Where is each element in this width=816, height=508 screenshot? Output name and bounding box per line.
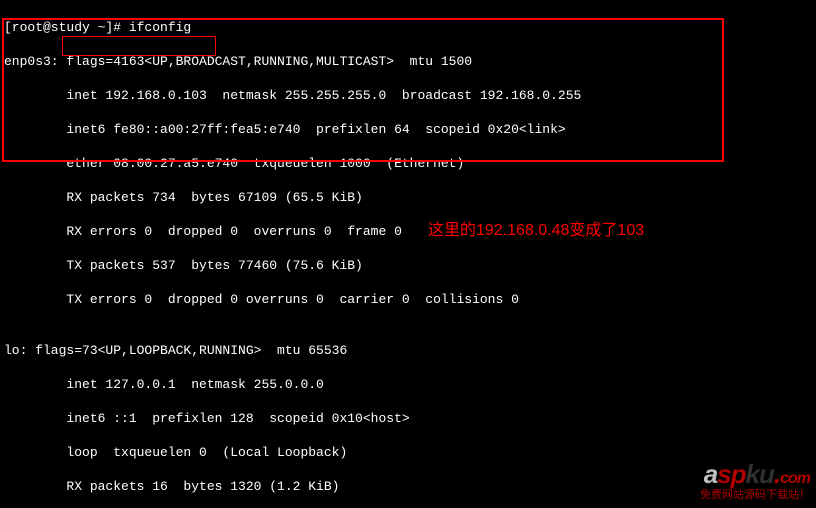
lo-line: inet 127.0.0.1 netmask 255.0.0.0 (4, 377, 324, 392)
enp-line: inet6 fe80::a00:27ff:fea5:e740 prefixlen… (4, 122, 566, 137)
terminal-output: [root@study ~]# ifconfig enp0s3: flags=4… (0, 0, 816, 508)
logo-letter: sp (717, 459, 745, 489)
enp-line: inet 192.168.0.103 netmask 255.255.255.0… (4, 88, 581, 103)
logo-subtitle: 免费网站源码下载站！ (700, 487, 810, 504)
logo-com: com (780, 470, 810, 487)
enp-line: TX errors 0 dropped 0 overruns 0 carrier… (4, 292, 519, 307)
enp-line: TX packets 537 bytes 77460 (75.6 KiB) (4, 258, 363, 273)
prompt-line: [root@study ~]# ifconfig (4, 20, 191, 35)
enp-line: ether 08:00:27:a5:e740 txqueuelen 1000 (… (4, 156, 464, 171)
enp-line: RX errors 0 dropped 0 overruns 0 frame 0 (4, 224, 402, 239)
annotation-text: 这里的192.168.0.48变成了103 (428, 222, 644, 239)
watermark-logo: aspku.com 免费网站源码下载站！ (700, 466, 810, 504)
lo-line: loop txqueuelen 0 (Local Loopback) (4, 445, 347, 460)
logo-letter: a (704, 459, 717, 489)
enp-line: RX packets 734 bytes 67109 (65.5 KiB) (4, 190, 363, 205)
enp-line: enp0s3: flags=4163<UP,BROADCAST,RUNNING,… (4, 54, 472, 69)
lo-line: lo: flags=73<UP,LOOPBACK,RUNNING> mtu 65… (4, 343, 347, 358)
logo-letter: ku (746, 459, 774, 489)
lo-line: inet6 ::1 prefixlen 128 scopeid 0x10<hos… (4, 411, 410, 426)
lo-line: RX packets 16 bytes 1320 (1.2 KiB) (4, 479, 339, 494)
